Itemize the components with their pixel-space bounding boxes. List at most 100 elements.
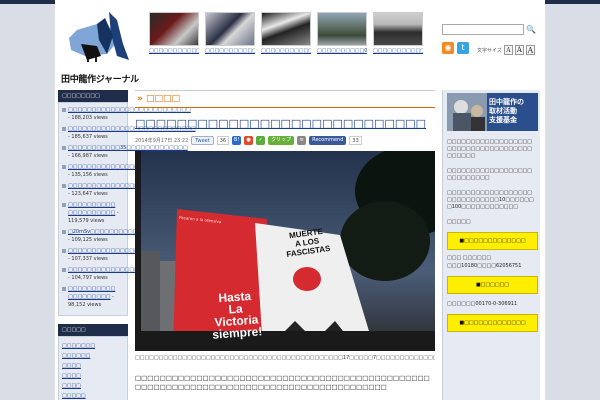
list-item[interactable]: □□□□□□□□□□□□□□□□□□□□□□□□□ - 107,337 view… — [62, 247, 186, 263]
support-text: □□□□□□□□□□□□□□□□□□□□□□□□□□□□□10□□□□□□□10… — [447, 190, 534, 210]
category-heading: □□□□□ — [58, 324, 128, 336]
article-date: 2014年9月17日 23:22 — [135, 138, 189, 144]
bullet-icon — [62, 127, 66, 131]
search-icon[interactable]: 🔍 — [526, 25, 536, 35]
list-item[interactable]: □□□□□□□□□□□□□□□□□□□□□□□□□□□□□ - 104,797 … — [62, 266, 205, 282]
list-item[interactable]: □20mSv□□□□□□□□□□□□□□□□□□□□□□□□ - 109,125… — [62, 228, 203, 244]
support-fund-banner[interactable]: 田中龍作の 取材活動 支援基金 — [447, 93, 538, 131]
banner-line: 取材活動 — [489, 107, 517, 115]
donation-button[interactable]: ■□□□□□□□□□□□□□ — [447, 232, 538, 250]
support-text: □□□□□ — [447, 219, 471, 225]
category-link[interactable]: □□□□ — [62, 383, 124, 389]
ranking-link[interactable]: □□□□□□□□□□ □□□□□□□□□ — [68, 286, 115, 300]
bullet-icon — [62, 203, 66, 207]
thumb-image[interactable] — [149, 12, 199, 46]
font-size-label: 文字サイズ — [477, 47, 502, 54]
banner-slogan: Hasta La Victoria siempre! — [209, 289, 263, 342]
bullet-icon — [62, 268, 66, 272]
view-count: - 188,203 views — [68, 115, 108, 121]
clip-button[interactable]: クリップ — [268, 136, 295, 145]
featured-item[interactable]: □□□□□□□□□□□□□□□□□□□□ — [205, 12, 255, 64]
bank-account: □□□10180□□□□62056751 — [447, 263, 522, 269]
bullet-icon — [62, 184, 66, 188]
share-icon[interactable]: ● — [244, 136, 254, 145]
logo-emblem — [69, 12, 129, 62]
featured-item[interactable]: □□□□□□□□□□□□□□□□□□□□ — [149, 12, 199, 64]
facebook-recommend-button[interactable]: Recommend — [309, 136, 347, 145]
bullet-icon — [62, 230, 66, 234]
photo-caption: □□□□□□□□□□□□□□□□□□□□□□□□□□□□□□□□□□□□□□□□… — [135, 355, 435, 361]
main-content: » □□□□ □□□□□□□□□□□□□□□□□□□□□□□□□□□□ 2014… — [135, 90, 435, 400]
site-title: 田中龍作ジャーナル — [61, 75, 139, 85]
category-link[interactable]: □□□□□ — [62, 393, 124, 399]
font-large-button[interactable]: A — [525, 45, 535, 55]
font-small-button[interactable]: A — [503, 45, 513, 55]
banner-line: 支援基金 — [489, 116, 517, 124]
list-item[interactable]: □□□□□□□□□□□□□□□□□□□□□□□ - 135,156 views — [62, 163, 177, 179]
list-item[interactable]: □□□□□□□□□□ □□□□□□□□□ - 98,152 views — [62, 285, 124, 309]
bullet-icon — [62, 146, 66, 150]
banner-line: 田中龍作の — [489, 98, 524, 106]
search-input[interactable] — [442, 24, 524, 35]
hatena-icon[interactable]: B! — [232, 136, 242, 145]
font-medium-button[interactable]: A — [514, 45, 524, 55]
bullet-icon — [62, 287, 66, 291]
postal-button[interactable]: ■□□□□□□ — [447, 276, 538, 294]
facebook-count: 33 — [349, 136, 362, 145]
category-list: □□□□□□□ □□□□□□ □□□□ □□□□ □□□□ □□□□□ — [58, 336, 128, 400]
credit-button[interactable]: ■□□□□□□□□□□□□□ — [447, 314, 538, 332]
thumb-image[interactable] — [317, 12, 367, 46]
left-sidebar: □□□□ □□□□ □□□□□□□□□□□□□□□□□□□□□□□□□□ - 18… — [58, 90, 205, 400]
banner-text: 田中龍作の 取材活動 支援基金 — [489, 98, 524, 125]
twitter-icon[interactable]: t — [457, 42, 469, 54]
article-photo: Pasaron a la ofensiva Hasta La Victoria … — [135, 151, 435, 351]
support-text: □□□□□□□□□□□□□□□□□□□□□□□□□□□□□□□□□□□□□□□□… — [447, 139, 533, 159]
list-item[interactable]: □□□□□□□□□□□□□□□□□□□□□□□□□□□ - 185,637 vi… — [62, 125, 196, 141]
article-body: □□□□□□□□□□□□□□□□□□□□□□□□□□□□□□□□□□□□□□□□… — [135, 374, 430, 391]
category-link[interactable]: □□□□ — [62, 363, 124, 369]
featured-item[interactable]: □□□□□□□□□□011□□□□□□□ — [317, 12, 367, 64]
rss-icon[interactable]: ◉ — [442, 42, 454, 54]
category-title: » □□□□ — [135, 90, 435, 108]
view-count: - 123,647 views — [68, 191, 108, 197]
list-item[interactable]: □□□□□□□□□□□□□□□□□□□□□□□□□□ - 188,203 vie… — [62, 106, 191, 122]
thumb-caption[interactable]: □□□□□□□□□□□□□□□□□ — [261, 48, 311, 64]
print-icon[interactable]: ≡ — [297, 136, 307, 145]
thumb-image[interactable] — [373, 12, 423, 46]
featured-thumbs: □□□□□□□□□□□ □□□□□□□□□ □□ □□□□□□□□□□□ □□□□□□… — [149, 12, 423, 64]
bullet-icon — [62, 249, 66, 253]
list-item[interactable]: □□□□□□□□□□ □□□□□□□□□□ - 119,579 views — [62, 201, 124, 225]
bullet-icon — [62, 108, 66, 112]
thumb-caption[interactable]: □□□□□□□□□□□□□□□□□□□□ — [205, 48, 255, 64]
ranking-link[interactable]: □□□□□□□□□□ □□□□□□□□□□ — [68, 202, 115, 216]
view-count: - 135,156 views — [68, 172, 108, 178]
ranking-list: □□□□□□□□□□□□□□□□□□□□□□□□□□ - 188,203 vie… — [58, 102, 205, 316]
featured-item[interactable]: □□□□□□□□□□□□□□□□□ — [373, 12, 423, 64]
social-links: ◉ t — [442, 42, 469, 54]
view-count: - 104,797 views — [68, 275, 108, 281]
tweet-count: 36 — [216, 136, 230, 145]
thumb-image[interactable] — [261, 12, 311, 46]
bank-info: □□□ □□□□□□ — [447, 255, 492, 261]
thumb-image[interactable] — [205, 12, 255, 46]
site-logo[interactable]: 田中龍作ジャーナル — [57, 10, 141, 85]
list-item[interactable]: □□□□□□□□□□□35□□□□□□□□□□□□□ - 166,987 vie… — [62, 144, 188, 160]
slogan-line: siempre! — [211, 324, 263, 342]
article-meta: 2014年9月17日 23:22 Tweet 36 B! ● ✓ クリップ ≡ … — [135, 136, 435, 145]
thumb-caption[interactable]: □□□□□□□□□□□□□□□□□ — [373, 48, 423, 64]
support-text: □□□□□□□□□□□□□□□□□□□□□□□□□□□ — [447, 168, 533, 181]
view-count: - 166,987 views — [68, 153, 108, 159]
thumb-caption[interactable]: □□□□□□□□□□□□□□□□□□□□ — [149, 48, 199, 64]
evernote-icon[interactable]: ✓ — [256, 136, 266, 145]
bullet-icon — [62, 165, 66, 169]
right-sidebar: 田中龍作の 取材活動 支援基金 □□□□□□□□□□□□□□□□□□□□□□□□… — [442, 90, 540, 400]
article-title[interactable]: □□□□□□□□□□□□□□□□□□□□□□□□□□□□ — [135, 117, 435, 131]
category-link[interactable]: □□□□□□ — [62, 353, 124, 359]
view-count: - 107,337 views — [68, 256, 108, 262]
thumb-caption[interactable]: □□□□□□□□□□011□□□□□□□ — [317, 48, 367, 64]
list-item[interactable]: □□□□□□□□□□□□□□□□□□ - 123,647 views — [62, 182, 153, 198]
category-link[interactable]: □□□□ — [62, 373, 124, 379]
featured-item[interactable]: □□□□□□□□□□□□□□□□□ — [261, 12, 311, 64]
tweet-button[interactable]: Tweet — [191, 136, 214, 145]
category-link[interactable]: □□□□□□□ — [62, 343, 124, 349]
